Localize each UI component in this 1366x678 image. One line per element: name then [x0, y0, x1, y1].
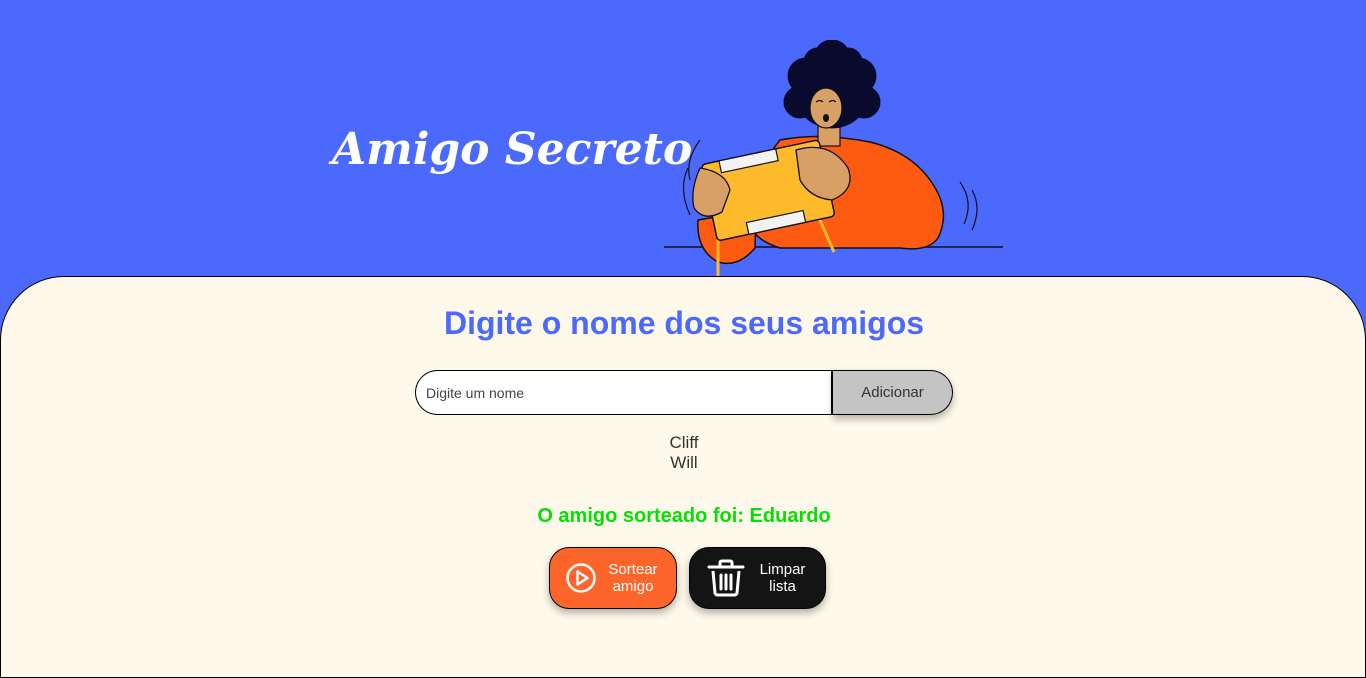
list-item: Will [670, 453, 698, 472]
app-title: Amigo Secreto [332, 124, 693, 175]
section-heading: Digite o nome dos seus amigos [443, 305, 925, 341]
clear-button-label: Limpar lista [759, 561, 806, 595]
draw-friend-button[interactable]: Sortear amigo [549, 547, 677, 609]
add-button[interactable]: Adicionar [833, 370, 953, 415]
trash-icon [705, 558, 747, 598]
friend-name-input[interactable] [415, 370, 833, 415]
name-input-group: Adicionar [415, 370, 953, 415]
content-card: Digite o nome dos seus amigos Adicionar … [0, 276, 1366, 678]
clear-list-button[interactable]: Limpar lista [689, 547, 826, 609]
list-item: Cliff [669, 433, 699, 452]
draw-button-label: Sortear amigo [608, 561, 658, 595]
person-with-game-console-illustration [664, 40, 1003, 276]
friend-list: Cliff Will [1, 433, 1366, 473]
header-banner: Amigo Secreto [0, 0, 1366, 280]
play-circle-icon [565, 562, 597, 594]
draw-result: O amigo sorteado foi: Eduardo [537, 505, 831, 527]
